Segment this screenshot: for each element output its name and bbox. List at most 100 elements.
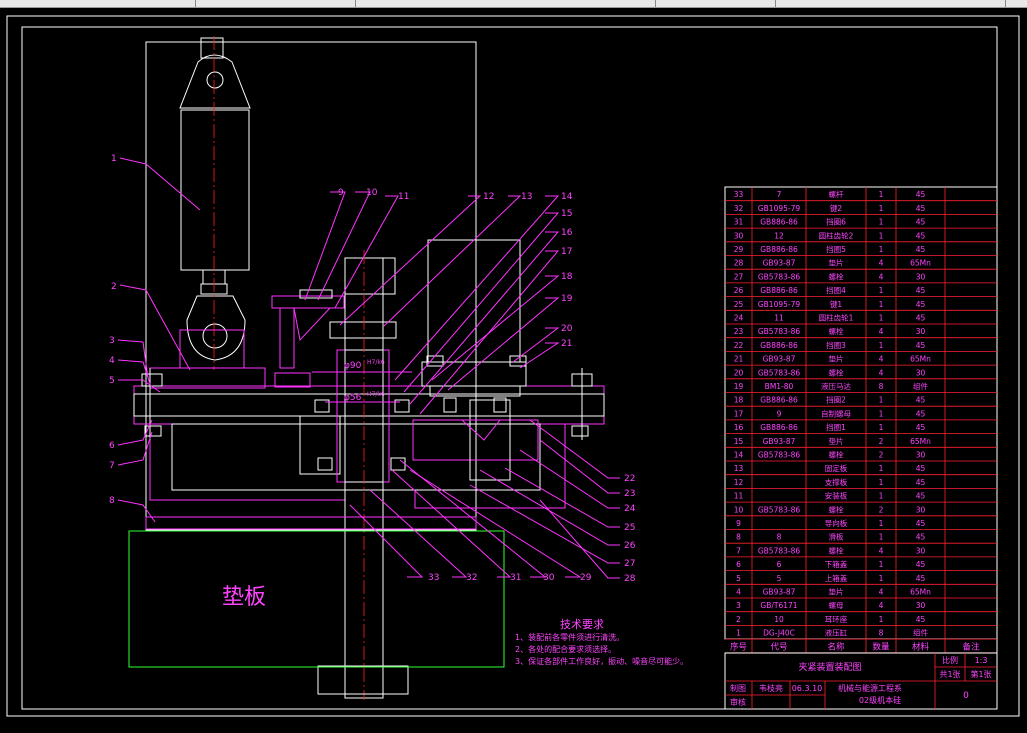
bom-cell: 螺栓: [829, 545, 844, 555]
bom-cell: 1: [879, 615, 884, 624]
bom-cell: 挡圈2: [826, 395, 846, 405]
bom-cell: 1: [879, 341, 884, 350]
bom-cell: 1: [879, 245, 884, 254]
drawing-number: 0: [963, 691, 969, 701]
bom-cell: 22: [734, 341, 744, 350]
tech-line: 1、装配前各零件须进行清洗。: [515, 632, 624, 642]
callout: 32: [466, 573, 477, 583]
bom-cell: 螺栓: [829, 367, 844, 377]
bom-cell: BM1-80: [765, 382, 794, 391]
bom-cell: 下箱盖: [825, 559, 848, 569]
bom-cell: 3: [736, 601, 741, 610]
bom-cell: 8: [736, 533, 741, 542]
scale-label: 比例: [942, 655, 958, 665]
callout: 15: [561, 209, 572, 219]
bom-cell: 4: [879, 259, 884, 268]
bom-cell: 45: [916, 492, 926, 501]
bom-cell: 1: [879, 204, 884, 213]
drawing-canvas[interactable]: φ90 H7/k6 φ56 H7/k6 垫板 1 2 3 4 5 6 7 8 9…: [0, 0, 1027, 733]
bom-cell: 7: [777, 190, 782, 199]
bom-cell: 30: [916, 272, 926, 281]
bom-cell: 1: [879, 286, 884, 295]
bom-cell: 1: [736, 629, 741, 638]
bom-cell: GB93-87: [763, 588, 796, 597]
spacer-block: 垫板: [128, 530, 505, 668]
bom-cell: 2: [879, 451, 884, 460]
callout: 33: [428, 573, 439, 583]
base-plate: [145, 516, 477, 530]
bom-header-cell: 名称: [827, 641, 845, 652]
bom-cell: 5: [777, 574, 782, 583]
bom-cell: 30: [916, 505, 926, 514]
bom-cell: 螺栓: [829, 504, 844, 514]
bom-cell: 固定板: [825, 463, 848, 473]
callout: 26: [624, 541, 636, 551]
bom-cell: 25: [734, 300, 744, 309]
bom-cell: GB93-87: [763, 437, 796, 446]
bom-cell: 圆柱齿轮2: [819, 230, 854, 240]
bom-cell: 11: [774, 314, 784, 323]
callout: 22: [624, 474, 635, 484]
bom-cell: 1: [879, 218, 884, 227]
bom-cell: 11: [734, 492, 744, 501]
bom-cell: 30: [916, 368, 926, 377]
bom-cell: 65Mn: [910, 437, 931, 446]
drawn-label: 制图: [730, 683, 746, 693]
bom-cell: 挡圈6: [826, 217, 846, 227]
title-block: 夹紧装置装配图 比例 1:3 共1张 第1张 制图 韦枝亮 06.3.10 审核…: [724, 652, 998, 710]
bom-cell: 9: [777, 409, 782, 418]
bom-cell: GB5783-86: [758, 505, 801, 514]
bom-cell: 14: [734, 451, 744, 460]
class-name: 02级机本硅: [859, 695, 901, 705]
callout: 16: [561, 228, 573, 238]
bom-cell: 45: [916, 423, 926, 432]
bom-cell: 螺栓: [829, 450, 844, 460]
bom-cell: 45: [916, 204, 926, 213]
bom-cell: 液压缸: [825, 628, 848, 638]
bom-cell: 9: [736, 519, 741, 528]
bom-cell: 4: [736, 588, 741, 597]
bom-cell: 2: [736, 615, 741, 624]
bom-cell: GB5783-86: [758, 272, 801, 281]
drawn-by: 韦枝亮: [759, 683, 783, 693]
callout: 9: [338, 188, 344, 198]
callout: 3: [109, 336, 115, 346]
bom-cell: 4: [879, 272, 884, 281]
bom-cell: 1: [879, 190, 884, 199]
bom-cell: 30: [916, 327, 926, 336]
bom-cell: 20: [734, 368, 744, 377]
spacer-label: 垫板: [222, 585, 266, 610]
callout: 31: [510, 573, 521, 583]
bom-cell: GB93-87: [763, 355, 796, 364]
bom-cell: GB1095-79: [758, 204, 801, 213]
bom-cell: 17: [734, 409, 744, 418]
bom-cell: 组件: [913, 381, 928, 391]
bom-cell: 45: [916, 286, 926, 295]
bom-cell: GB886-86: [760, 423, 798, 432]
bom-cell: 4: [879, 601, 884, 610]
callout: 20: [561, 324, 573, 334]
bom-cell: 6: [777, 560, 782, 569]
bom-cell: 键2: [830, 203, 842, 213]
bom-cell: 导向板: [825, 518, 848, 528]
bom-cell: 垫片: [829, 258, 844, 268]
bom-cell: 1: [879, 314, 884, 323]
callout: 6: [109, 441, 115, 451]
bom-cell: 45: [916, 615, 926, 624]
bom-cell: 5: [736, 574, 741, 583]
bom-cell: 4: [879, 588, 884, 597]
callout: 21: [561, 339, 572, 349]
gearbox-housing: [133, 385, 605, 509]
bom-cell: 1: [879, 396, 884, 405]
bom-cell: GB886-86: [760, 396, 798, 405]
bom-cell: 45: [916, 560, 926, 569]
bom-cell: DG-J40C: [763, 629, 795, 638]
bom-cell: 45: [916, 300, 926, 309]
bom-cell: 45: [916, 190, 926, 199]
bom-header-cell: 代号: [770, 641, 787, 652]
callout: 10: [366, 188, 378, 198]
tech-title: 技术要求: [560, 618, 604, 631]
bom-cell: 30: [734, 231, 744, 240]
bom-cell: 8: [879, 629, 884, 638]
bom-cell: 45: [916, 314, 926, 323]
